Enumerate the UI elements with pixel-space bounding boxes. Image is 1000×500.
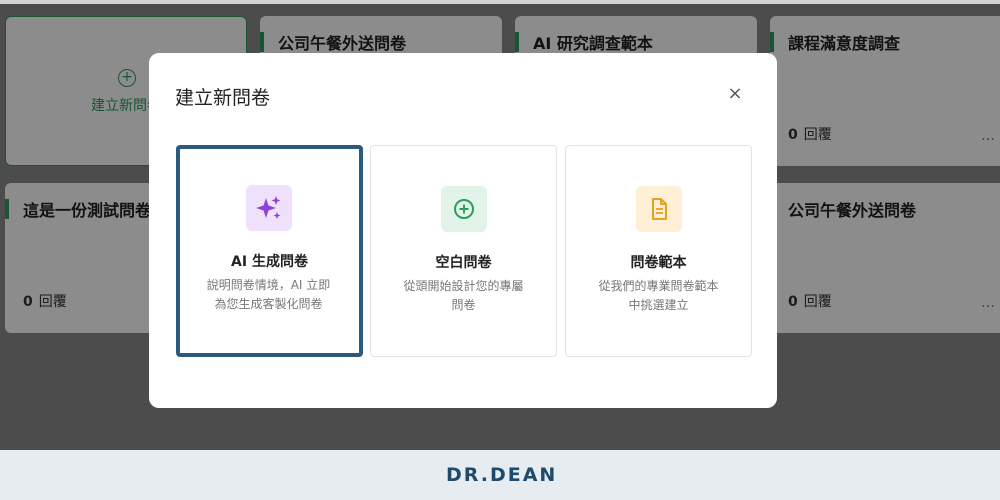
sparkles-icon (246, 185, 292, 231)
option-title: 空白問卷 (435, 255, 492, 271)
option-template[interactable]: 問卷範本 從我們的專業問卷範本 中挑選建立 (565, 145, 752, 357)
option-title: AI 生成問卷 (231, 254, 308, 270)
create-survey-dialog: 建立新問卷 × AI 生成問卷 說明問卷情境，AI 立即 為您生成客製化問卷 空… (149, 53, 777, 408)
option-ai-generate[interactable]: AI 生成問卷 說明問卷情境，AI 立即 為您生成客製化問卷 (176, 145, 363, 357)
dialog-title: 建立新問卷 (175, 87, 271, 109)
option-title: 問卷範本 (630, 255, 687, 271)
option-description: 從頭開始設計您的專屬 問卷 (403, 279, 524, 312)
document-icon (636, 186, 682, 232)
option-blank-survey[interactable]: 空白問卷 從頭開始設計您的專屬 問卷 (370, 145, 557, 357)
brand-logo: DR.DEAN (446, 464, 558, 486)
plus-circle-icon (441, 186, 487, 232)
option-description: 說明問卷情境，AI 立即 為您生成客製化問卷 (206, 278, 331, 311)
option-description: 從我們的專業問卷範本 中挑選建立 (598, 279, 719, 312)
close-icon[interactable]: × (725, 84, 745, 104)
